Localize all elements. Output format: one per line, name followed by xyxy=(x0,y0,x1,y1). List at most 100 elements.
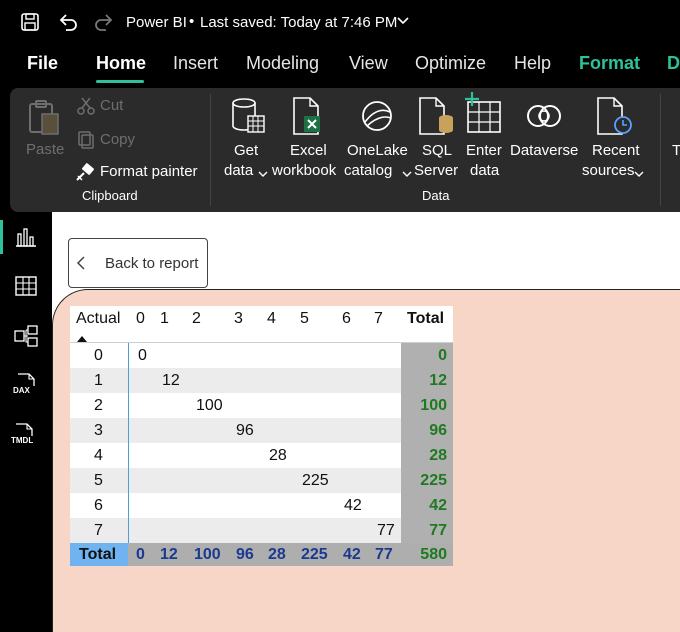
row-label[interactable]: 1 xyxy=(94,368,103,393)
row-stripe xyxy=(70,368,401,393)
row-total-cell[interactable]: 77 xyxy=(401,518,447,543)
active-view-indicator xyxy=(0,220,3,254)
title-separator: • xyxy=(189,13,195,30)
tmdl-label: TMDL xyxy=(11,436,34,445)
table-plus-icon xyxy=(465,92,501,133)
paste-label: Paste xyxy=(26,141,65,158)
recent-sources-button[interactable]: Recent sources xyxy=(580,96,646,186)
total-column-header[interactable]: Total xyxy=(407,306,444,331)
tmdl-view-icon[interactable]: TMDL xyxy=(10,422,42,450)
chevron-down-icon[interactable] xyxy=(396,14,410,28)
menu-modeling[interactable]: Modeling xyxy=(246,53,319,74)
row-total-cell[interactable]: 12 xyxy=(401,368,447,393)
row-total-cell[interactable]: 100 xyxy=(401,393,447,418)
dataverse-button[interactable]: Dataverse xyxy=(510,96,580,186)
sql-server-button[interactable]: SQL Server xyxy=(412,96,460,186)
model-view-icon[interactable] xyxy=(13,324,39,353)
matrix-value-cell[interactable]: 96 xyxy=(236,418,254,443)
active-tab-indicator xyxy=(96,80,144,83)
back-to-report-label: Back to report xyxy=(105,255,199,272)
get-data-label-2: data xyxy=(224,162,254,179)
onelake-catalog-button[interactable]: OneLake catalog xyxy=(344,96,412,186)
ribbon-next-partial[interactable]: T xyxy=(672,141,680,161)
row-stripe xyxy=(70,518,401,543)
chevron-left-icon xyxy=(76,256,86,275)
dataverse-icon xyxy=(527,105,561,127)
redo-icon xyxy=(93,11,115,33)
row-label[interactable]: 6 xyxy=(94,493,103,518)
column-header[interactable]: 5 xyxy=(300,306,309,331)
report-view-icon[interactable] xyxy=(14,226,38,253)
menu-data-partial[interactable]: D xyxy=(667,53,680,74)
menu-optimize[interactable]: Optimize xyxy=(415,53,486,74)
menu-format[interactable]: Format xyxy=(579,53,640,74)
ribbon-separator xyxy=(660,94,661,206)
enter-data-button[interactable]: Enter data xyxy=(462,92,508,186)
menu-file[interactable]: File xyxy=(27,53,58,74)
row-total-cell[interactable]: 28 xyxy=(401,443,447,468)
excel-label-2: workbook xyxy=(272,162,337,179)
column-header[interactable]: 2 xyxy=(192,306,201,331)
table-view-icon[interactable] xyxy=(14,275,38,302)
row-stripe xyxy=(70,343,401,368)
back-to-report-button[interactable]: Back to report xyxy=(68,238,208,288)
row-total-cell[interactable]: 42 xyxy=(401,493,447,518)
get-data-button[interactable]: Get data xyxy=(222,96,270,186)
row-label[interactable]: 0 xyxy=(94,343,103,368)
grand-total-cell[interactable]: 580 xyxy=(401,542,447,567)
row-label[interactable]: 2 xyxy=(94,393,103,418)
total-row-label[interactable]: Total xyxy=(79,542,116,567)
matrix-value-cell[interactable]: 28 xyxy=(269,443,287,468)
matrix-value-cell[interactable]: 0 xyxy=(138,343,147,368)
copy-icon xyxy=(78,131,94,149)
menu-view[interactable]: View xyxy=(349,53,388,74)
dataverse-label: Dataverse xyxy=(510,142,579,159)
row-header-label[interactable]: Actual xyxy=(76,306,120,331)
title-bar: Power BI • Last saved: Today at 7:46 PM xyxy=(0,0,680,44)
row-stripe xyxy=(70,468,401,493)
matrix-value-cell[interactable]: 12 xyxy=(162,368,180,393)
column-total-cell[interactable]: 225 xyxy=(301,542,328,567)
row-label[interactable]: 3 xyxy=(94,418,103,443)
column-total-cell[interactable]: 96 xyxy=(236,542,254,567)
column-header[interactable]: 4 xyxy=(267,306,276,331)
column-total-cell[interactable]: 77 xyxy=(375,542,393,567)
row-total-cell[interactable]: 96 xyxy=(401,418,447,443)
matrix-value-cell[interactable]: 100 xyxy=(196,393,223,418)
column-total-cell[interactable]: 28 xyxy=(268,542,286,567)
excel-workbook-button[interactable]: Excel workbook xyxy=(272,96,342,186)
format-painter-button[interactable]: Format painter xyxy=(74,162,204,184)
matrix-value-cell[interactable]: 225 xyxy=(302,468,329,493)
row-header-divider xyxy=(128,343,129,543)
matrix-visual[interactable]: Actual 0 1 2 3 4 5 6 7 Total 0 1 2 3 4 5… xyxy=(70,306,453,566)
undo-icon[interactable] xyxy=(57,11,79,33)
ribbon-separator xyxy=(210,94,211,206)
column-total-cell[interactable]: 100 xyxy=(194,542,221,567)
row-label[interactable]: 5 xyxy=(94,468,103,493)
row-total-cell[interactable]: 225 xyxy=(401,468,447,493)
column-header[interactable]: 1 xyxy=(160,306,169,331)
column-header[interactable]: 7 xyxy=(374,306,383,331)
sql-label-1: SQL xyxy=(422,142,453,159)
matrix-value-cell[interactable]: 77 xyxy=(377,518,395,543)
chevron-down-icon xyxy=(258,166,268,184)
recent-label-2: sources xyxy=(582,162,635,179)
paste-button: Paste xyxy=(24,98,66,160)
column-total-cell[interactable]: 12 xyxy=(160,542,178,567)
menu-insert[interactable]: Insert xyxy=(173,53,218,74)
column-total-cell[interactable]: 0 xyxy=(136,542,145,567)
enter-data-label-2: data xyxy=(470,162,500,179)
menu-home[interactable]: Home xyxy=(96,53,146,74)
dax-query-icon[interactable]: DAX xyxy=(12,372,40,400)
row-total-cell[interactable]: 0 xyxy=(401,343,447,368)
row-label[interactable]: 4 xyxy=(94,443,103,468)
column-header[interactable]: 6 xyxy=(342,306,351,331)
row-label[interactable]: 7 xyxy=(94,518,103,543)
column-total-cell[interactable]: 42 xyxy=(343,542,361,567)
menu-help[interactable]: Help xyxy=(514,53,551,74)
matrix-value-cell[interactable]: 42 xyxy=(344,493,362,518)
column-header[interactable]: 0 xyxy=(136,306,145,331)
column-header[interactable]: 3 xyxy=(234,306,243,331)
save-icon[interactable] xyxy=(20,12,40,32)
recent-label-1: Recent xyxy=(592,142,640,159)
